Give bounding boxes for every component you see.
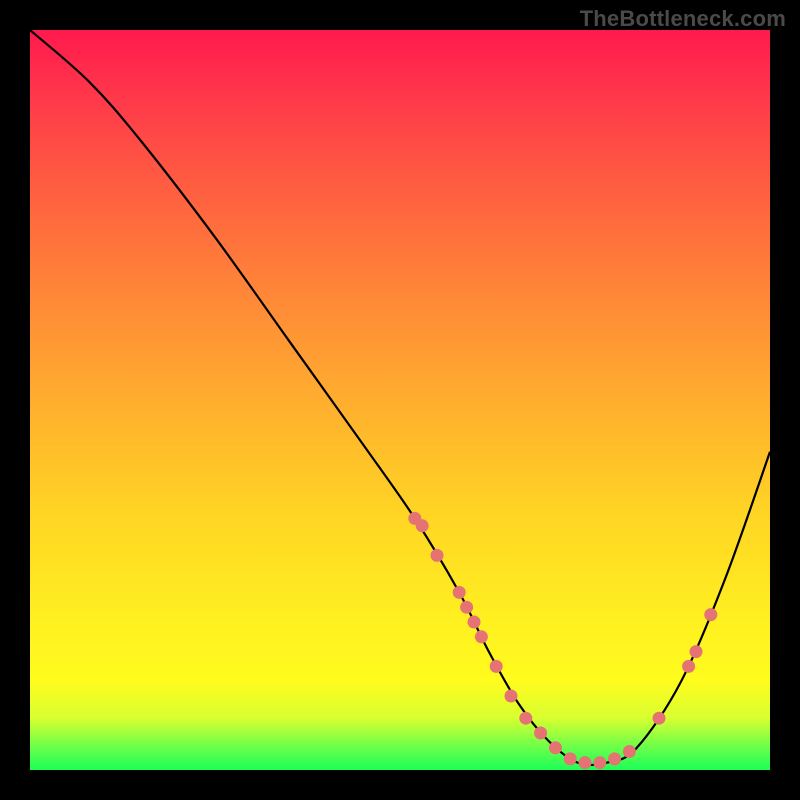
curve-marker bbox=[453, 586, 466, 599]
curve-marker bbox=[623, 745, 636, 758]
curve-marker bbox=[460, 601, 473, 614]
curve-marker bbox=[534, 727, 547, 740]
curve-marker bbox=[416, 519, 429, 532]
curve-marker bbox=[608, 752, 621, 765]
curve-marker bbox=[490, 660, 503, 673]
curve-marker bbox=[519, 712, 532, 725]
watermark-text: TheBottleneck.com bbox=[580, 6, 786, 32]
chart-svg bbox=[30, 30, 770, 770]
curve-marker bbox=[431, 549, 444, 562]
curve-markers-group bbox=[408, 512, 717, 769]
curve-marker bbox=[564, 752, 577, 765]
curve-marker bbox=[653, 712, 666, 725]
curve-marker bbox=[704, 608, 717, 621]
chart-plot-area bbox=[30, 30, 770, 770]
curve-marker bbox=[549, 741, 562, 754]
curve-marker bbox=[475, 630, 488, 643]
curve-marker bbox=[690, 645, 703, 658]
bottleneck-curve-line bbox=[30, 30, 770, 765]
curve-marker bbox=[579, 756, 592, 769]
curve-marker bbox=[682, 660, 695, 673]
curve-marker bbox=[505, 690, 518, 703]
curve-marker bbox=[468, 616, 481, 629]
curve-marker bbox=[593, 756, 606, 769]
